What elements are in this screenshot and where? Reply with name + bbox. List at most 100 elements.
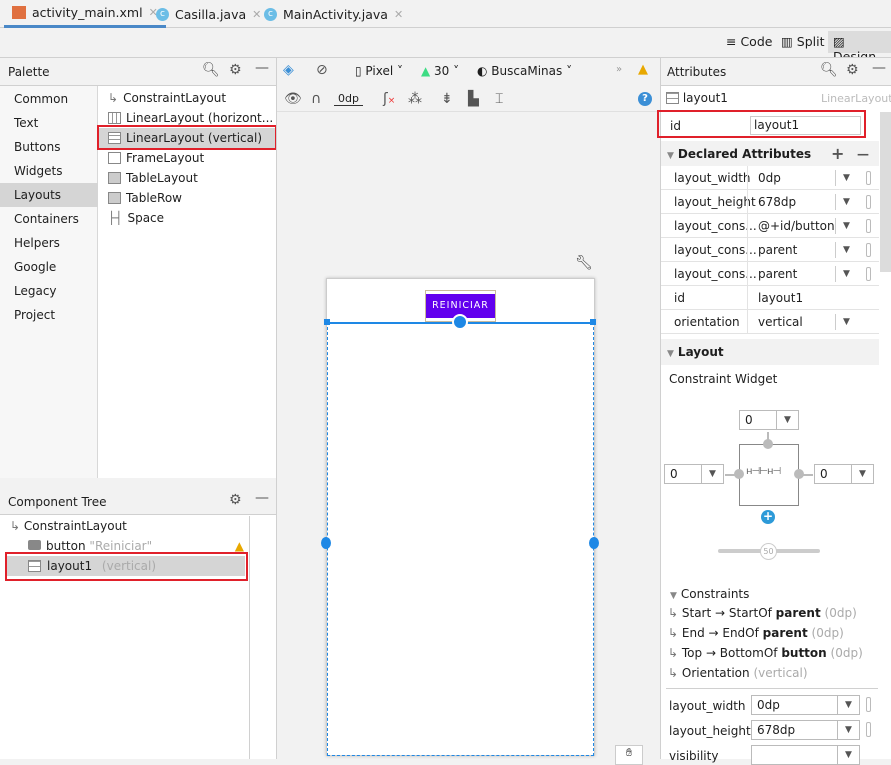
dropdown-arrow-icon[interactable]: ▼ — [835, 242, 857, 258]
palette-item-constraintlayout[interactable]: ↳ ConstraintLayout — [98, 88, 276, 108]
margin-top-input[interactable]: 0 ▼ — [739, 410, 799, 430]
dropdown-arrow-icon[interactable]: ▼ — [835, 194, 857, 210]
palette-category-helpers[interactable]: Helpers — [0, 231, 98, 255]
search-icon[interactable]: 🔍︎ — [202, 62, 220, 78]
declared-attribute-row[interactable]: orientation vertical ▼ — [661, 310, 879, 334]
overflow-icon[interactable]: » — [616, 64, 622, 75]
minimize-icon[interactable]: — — [255, 60, 269, 76]
warning-icon[interactable]: ▲ — [638, 62, 648, 77]
tab-activity-main[interactable]: activity_main.xml ✕ — [4, 0, 166, 28]
attribute-value-input[interactable]: 0dp ▼ — [751, 695, 860, 715]
add-constraint-icon[interactable]: + — [761, 510, 775, 524]
magic-wand-icon[interactable]: ⁂ — [408, 91, 422, 107]
gear-icon[interactable]: ⚙ — [229, 62, 242, 78]
gear-icon[interactable]: ⚙ — [846, 62, 859, 78]
palette-category-widgets[interactable]: Widgets — [0, 159, 98, 183]
tree-item-constraintlayout[interactable]: ↳ ConstraintLayout — [10, 519, 127, 533]
palette-item-space[interactable]: ├┤ Space — [98, 208, 276, 228]
dropdown-arrow-icon[interactable]: ▼ — [837, 721, 859, 739]
dropdown-arrow-icon[interactable]: ▼ — [837, 746, 859, 764]
left-constraint-handle[interactable] — [734, 469, 744, 479]
eye-icon[interactable]: 👁︎ — [284, 91, 302, 107]
palette-category-containers[interactable]: Containers — [0, 207, 98, 231]
resource-picker[interactable] — [866, 195, 871, 209]
bias-slider-thumb[interactable]: 50 — [760, 543, 777, 560]
dropdown-arrow-icon[interactable]: ▼ — [701, 465, 723, 483]
search-icon[interactable]: 🔍︎ — [820, 62, 838, 78]
resource-picker[interactable] — [866, 697, 871, 712]
margin-right-input[interactable]: 0 ▼ — [814, 464, 874, 484]
tree-item-button[interactable]: button "Reiniciar" ▲ — [28, 539, 244, 553]
resize-handle[interactable] — [590, 319, 596, 325]
layers-icon[interactable]: ◈ — [283, 62, 294, 78]
minimize-icon[interactable]: — — [255, 490, 269, 506]
gear-icon[interactable]: ⚙ — [229, 492, 242, 508]
declared-attribute-row[interactable]: id layout1 — [661, 286, 879, 310]
right-constraint-handle[interactable] — [794, 469, 804, 479]
split-view-button[interactable]: ▥ Split — [781, 34, 825, 49]
palette-category-legacy[interactable]: Legacy — [0, 279, 98, 303]
resource-picker[interactable] — [866, 267, 871, 281]
warning-icon[interactable]: ▲ — [235, 539, 244, 553]
tab-casilla[interactable]: c Casilla.java ✕ — [148, 0, 269, 28]
attribute-value[interactable]: parent — [758, 267, 797, 281]
constraint-item[interactable]: ↳ Orientation (vertical) — [668, 666, 808, 680]
declared-attributes-header[interactable]: ▼ Declared Attributes + — — [661, 141, 879, 167]
constraint-item[interactable]: ↳ Top → BottomOf button (0dp) — [668, 646, 863, 660]
right-anchor-handle[interactable] — [589, 537, 599, 549]
dropdown-arrow-icon[interactable]: ▼ — [835, 314, 857, 330]
dropdown-arrow-icon[interactable]: ▼ — [837, 696, 859, 714]
palette-category-google[interactable]: Google — [0, 255, 98, 279]
top-constraint-handle[interactable] — [763, 439, 773, 449]
attribute-value-input[interactable]: ▼ — [751, 745, 860, 765]
theme-dropdown[interactable]: ◐ BuscaMinas ˅ — [477, 64, 572, 78]
attribute-value[interactable]: layout1 — [758, 291, 803, 305]
remove-icon[interactable]: — — [857, 141, 869, 167]
palette-item-tablerow[interactable]: TableRow — [98, 188, 276, 208]
resource-picker[interactable] — [866, 243, 871, 257]
align-icon[interactable]: ▙ — [468, 91, 479, 107]
palette-category-project[interactable]: Project — [0, 303, 98, 327]
resource-picker[interactable] — [866, 219, 871, 233]
margin-left-input[interactable]: 0 ▼ — [664, 464, 724, 484]
declared-attribute-row[interactable]: layout_width 0dp ▼ — [661, 166, 879, 190]
dropdown-arrow-icon[interactable]: ▼ — [851, 465, 873, 483]
constraint-item[interactable]: ↳ Start → StartOf parent (0dp) — [668, 606, 857, 620]
orientation-icon[interactable]: ⊘ — [316, 62, 328, 78]
magnet-icon[interactable]: ∩ — [311, 91, 321, 107]
layout1-selection[interactable] — [327, 322, 594, 756]
palette-category-common[interactable]: Common — [0, 87, 98, 111]
attribute-value[interactable]: 0dp — [758, 171, 781, 185]
default-margin-button[interactable]: 0dp — [334, 92, 363, 106]
declared-attribute-row[interactable]: layout_cons... parent ▼ — [661, 238, 879, 262]
resize-handle[interactable] — [324, 319, 330, 325]
attribute-value[interactable]: parent — [758, 243, 797, 257]
attribute-value-input[interactable]: 678dp ▼ — [751, 720, 860, 740]
declared-attribute-row[interactable]: layout_height 678dp ▼ — [661, 190, 879, 214]
pan-icon[interactable]: ✋︎ — [615, 745, 643, 765]
dropdown-arrow-icon[interactable]: ▼ — [835, 218, 857, 234]
minimize-icon[interactable]: — — [872, 60, 886, 76]
attribute-value[interactable]: 678dp — [758, 195, 796, 209]
palette-category-layouts[interactable]: Layouts — [0, 183, 98, 207]
scrollbar[interactable] — [880, 112, 891, 272]
constraint-item[interactable]: ↳ End → EndOf parent (0dp) — [668, 626, 844, 640]
attribute-value[interactable]: vertical — [758, 315, 803, 329]
palette-category-text[interactable]: Text — [0, 111, 98, 135]
close-icon[interactable]: ✕ — [394, 8, 403, 21]
add-icon[interactable]: + — [831, 141, 844, 167]
pack-icon[interactable]: ⇟ — [441, 91, 453, 107]
palette-item-framelayout[interactable]: FrameLayout — [98, 148, 276, 168]
help-icon[interactable]: ? — [638, 92, 652, 106]
constraints-header[interactable]: ▼ Constraints — [670, 587, 749, 601]
dropdown-arrow-icon[interactable]: ▼ — [776, 411, 798, 429]
api-dropdown[interactable]: ▲ 30 ˅ — [421, 64, 459, 78]
left-anchor-handle[interactable] — [321, 537, 331, 549]
code-view-button[interactable]: ≡ Code — [726, 34, 772, 49]
attribute-value[interactable]: @+id/button — [758, 219, 835, 233]
wrench-icon[interactable]: 🔧︎ — [575, 255, 593, 271]
clear-constraints-icon[interactable]: ʃ× — [383, 91, 395, 107]
design-view-button[interactable]: ▨ Design — [828, 31, 891, 64]
palette-item-tablelayout[interactable]: TableLayout — [98, 168, 276, 188]
top-anchor-handle[interactable] — [452, 314, 468, 330]
